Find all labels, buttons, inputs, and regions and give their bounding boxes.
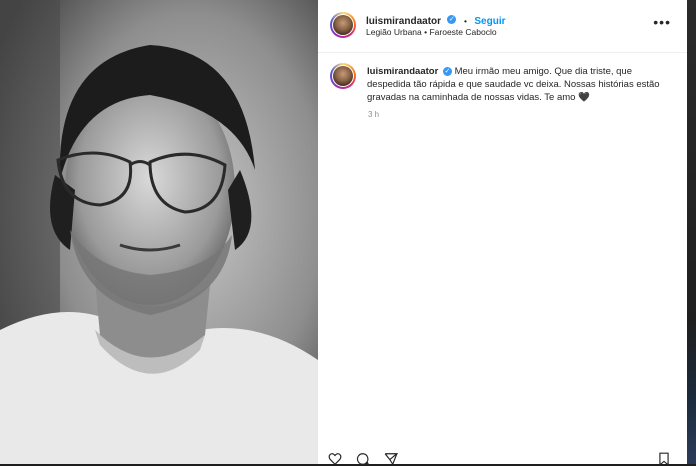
post-header: luismirandaator ✓ • Seguir Legião Urbana…	[318, 0, 687, 53]
avatar-image	[333, 15, 353, 35]
author-username[interactable]: luismirandaator	[366, 16, 441, 27]
more-options-icon[interactable]: •••	[653, 14, 671, 30]
caption-username[interactable]: luismirandaator	[367, 66, 438, 77]
verified-badge-icon: ✓	[447, 15, 457, 25]
background-page-edge	[687, 0, 696, 464]
author-avatar[interactable]	[330, 12, 356, 38]
post-location[interactable]: Legião Urbana • Faroeste Caboclo	[366, 27, 497, 37]
portrait-image	[0, 0, 318, 464]
action-bar	[328, 452, 398, 466]
dot-separator: •	[463, 16, 467, 26]
black-heart-emoji: 🖤	[578, 92, 590, 103]
verified-badge-icon: ✓	[442, 66, 452, 76]
post-photo	[0, 0, 318, 464]
post-caption: luismirandaator ✓ Meu irmão meu amigo. Q…	[367, 65, 672, 104]
post-detail-panel: luismirandaator ✓ • Seguir Legião Urbana…	[318, 0, 687, 466]
caption-avatar[interactable]	[330, 63, 356, 89]
follow-button[interactable]: Seguir	[474, 16, 505, 27]
post-timestamp[interactable]: 3 h	[368, 110, 379, 119]
avatar-image	[333, 66, 353, 86]
